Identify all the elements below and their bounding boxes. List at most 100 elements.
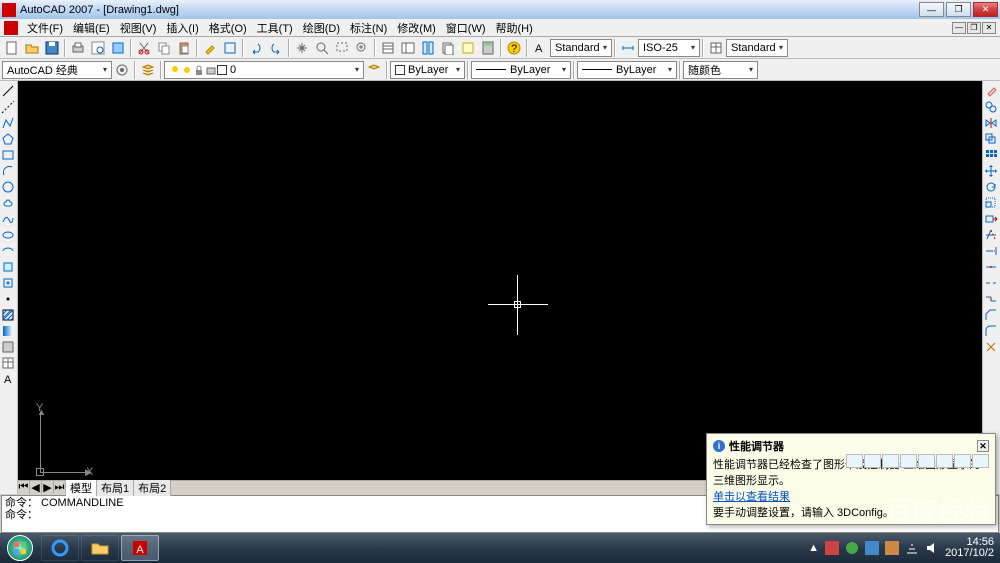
menu-window[interactable]: 窗口(W): [441, 20, 491, 36]
popup-link[interactable]: 单击以查看结果: [713, 491, 790, 503]
table-tool[interactable]: [0, 355, 16, 371]
plotstyle-dropdown[interactable]: 随颜色▾: [683, 61, 758, 79]
tray-icon-1[interactable]: [825, 541, 839, 555]
scale-tool[interactable]: [983, 195, 999, 211]
redo-button[interactable]: [266, 38, 286, 58]
tab-first-button[interactable]: ⏮: [18, 481, 30, 494]
table-style-icon[interactable]: [706, 38, 726, 58]
minimize-button[interactable]: —: [919, 2, 944, 17]
tray-network-icon[interactable]: [905, 541, 919, 555]
spline-tool[interactable]: [0, 211, 16, 227]
doc-restore-button[interactable]: ❐: [967, 22, 981, 34]
circle-tool[interactable]: [0, 179, 16, 195]
tool-palettes-button[interactable]: [418, 38, 438, 58]
publish-button[interactable]: [108, 38, 128, 58]
workspace-dropdown[interactable]: AutoCAD 经典▾: [2, 61, 112, 79]
drawing-canvas[interactable]: ▲ ▶ Y X: [18, 81, 982, 480]
tray-volume-icon[interactable]: [925, 541, 939, 555]
pan-button[interactable]: [292, 38, 312, 58]
explode-tool[interactable]: [983, 339, 999, 355]
tray-show-hidden-button[interactable]: ▲: [808, 542, 819, 554]
doc-close-button[interactable]: ✕: [982, 22, 996, 34]
dim-style-icon[interactable]: [618, 38, 638, 58]
menu-view[interactable]: 视图(V): [115, 20, 162, 36]
rotate-tool[interactable]: [983, 179, 999, 195]
match-properties-button[interactable]: [200, 38, 220, 58]
tray-icon-2[interactable]: [845, 541, 859, 555]
zoom-window-button[interactable]: [332, 38, 352, 58]
menu-insert[interactable]: 插入(I): [161, 20, 203, 36]
menu-draw[interactable]: 绘图(D): [298, 20, 345, 36]
sheet-set-button[interactable]: [438, 38, 458, 58]
save-button[interactable]: [42, 38, 62, 58]
menu-edit[interactable]: 编辑(E): [68, 20, 115, 36]
color-dropdown[interactable]: ByLayer▾: [390, 61, 465, 79]
polygon-tool[interactable]: [0, 131, 16, 147]
construction-line-tool[interactable]: [0, 99, 16, 115]
clock[interactable]: 14:56 2017/10/2: [945, 537, 994, 559]
tab-model[interactable]: 模型: [66, 480, 97, 496]
tab-layout1[interactable]: 布局1: [97, 480, 134, 496]
tab-next-button[interactable]: ▶: [42, 481, 54, 494]
copy-tool[interactable]: [983, 99, 999, 115]
extend-tool[interactable]: [983, 243, 999, 259]
erase-tool[interactable]: [983, 83, 999, 99]
hatch-tool[interactable]: [0, 307, 16, 323]
stretch-tool[interactable]: [983, 211, 999, 227]
join-tool[interactable]: [983, 291, 999, 307]
mtext-tool[interactable]: A: [0, 371, 16, 387]
zoom-realtime-button[interactable]: [312, 38, 332, 58]
new-button[interactable]: [2, 38, 22, 58]
linetype-dropdown[interactable]: ByLayer▾: [471, 61, 571, 79]
markup-button[interactable]: [458, 38, 478, 58]
design-center-button[interactable]: [398, 38, 418, 58]
plot-preview-button[interactable]: [88, 38, 108, 58]
ellipse-arc-tool[interactable]: [0, 243, 16, 259]
ellipse-tool[interactable]: [0, 227, 16, 243]
tab-last-button[interactable]: ⏭: [54, 481, 66, 494]
undo-button[interactable]: [246, 38, 266, 58]
menu-file[interactable]: 文件(F): [22, 20, 68, 36]
doc-minimize-button[interactable]: —: [952, 22, 966, 34]
array-tool[interactable]: [983, 147, 999, 163]
chamfer-tool[interactable]: [983, 307, 999, 323]
help-button[interactable]: ?: [504, 38, 524, 58]
popup-close-button[interactable]: ✕: [977, 440, 989, 452]
taskbar-explorer[interactable]: [81, 535, 119, 561]
break-at-point-tool[interactable]: [983, 259, 999, 275]
mirror-tool[interactable]: [983, 115, 999, 131]
text-style-icon[interactable]: A: [530, 38, 550, 58]
taskbar-ie[interactable]: [41, 535, 79, 561]
taskbar-autocad[interactable]: A: [121, 535, 159, 561]
close-button[interactable]: ✕: [973, 2, 998, 17]
copy-button[interactable]: [154, 38, 174, 58]
block-editor-button[interactable]: [220, 38, 240, 58]
tab-prev-button[interactable]: ◀: [30, 481, 42, 494]
layer-manager-button[interactable]: [138, 60, 158, 80]
start-button[interactable]: [0, 533, 40, 563]
layer-previous-button[interactable]: [364, 60, 384, 80]
point-tool[interactable]: [0, 291, 16, 307]
menu-modify[interactable]: 修改(M): [392, 20, 441, 36]
table-style-dropdown[interactable]: Standard▾: [726, 39, 788, 57]
insert-block-tool[interactable]: [0, 259, 16, 275]
tab-layout2[interactable]: 布局2: [134, 480, 171, 496]
break-tool[interactable]: [983, 275, 999, 291]
make-block-tool[interactable]: [0, 275, 16, 291]
tray-icon-4[interactable]: [885, 541, 899, 555]
quickcalc-button[interactable]: [478, 38, 498, 58]
menu-help[interactable]: 帮助(H): [491, 20, 538, 36]
cut-button[interactable]: [134, 38, 154, 58]
paste-button[interactable]: [174, 38, 194, 58]
region-tool[interactable]: [0, 339, 16, 355]
fillet-tool[interactable]: [983, 323, 999, 339]
offset-tool[interactable]: [983, 131, 999, 147]
lineweight-dropdown[interactable]: ByLayer▾: [577, 61, 677, 79]
polyline-tool[interactable]: [0, 115, 16, 131]
trim-tool[interactable]: [983, 227, 999, 243]
line-tool[interactable]: [0, 83, 16, 99]
tray-icon-3[interactable]: [865, 541, 879, 555]
properties-button[interactable]: [378, 38, 398, 58]
zoom-previous-button[interactable]: [352, 38, 372, 58]
move-tool[interactable]: [983, 163, 999, 179]
